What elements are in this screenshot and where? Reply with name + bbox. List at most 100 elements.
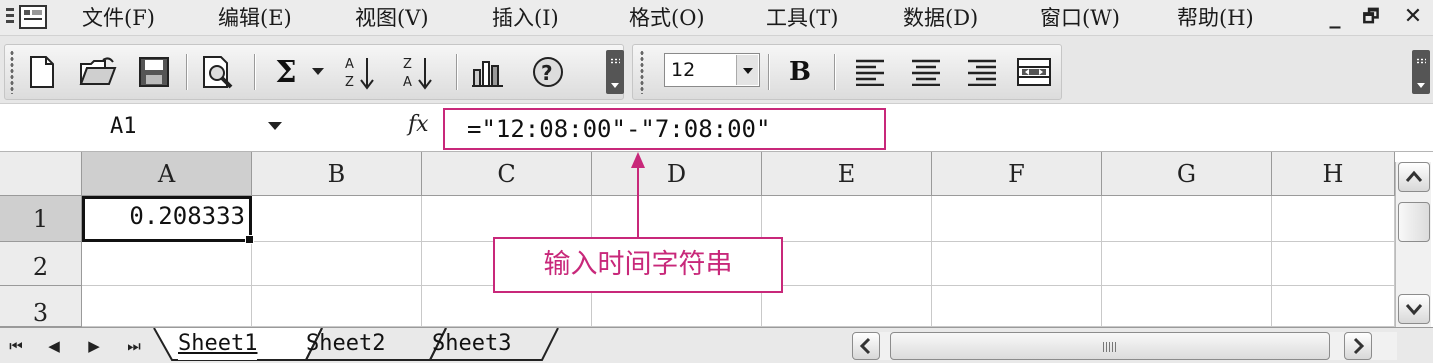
cell-g3[interactable] (1102, 286, 1272, 327)
toolbar-options-icon[interactable] (606, 50, 624, 94)
cell-a1[interactable]: 0.208333 (82, 196, 252, 242)
callout-line (637, 166, 639, 238)
menu-edit[interactable]: 编辑(E) (218, 4, 292, 32)
first-sheet-icon[interactable]: ⏮ (6, 336, 26, 356)
cell-h2[interactable] (1272, 242, 1395, 286)
menu-file[interactable]: 文件(F) (82, 4, 155, 32)
menu-format[interactable]: 格式(O) (629, 4, 705, 32)
cell-g1[interactable] (1102, 196, 1272, 242)
toolbar-grip[interactable] (640, 50, 644, 94)
column-header-f[interactable]: F (932, 152, 1102, 196)
cell-f2[interactable] (932, 242, 1102, 286)
scroll-left-button[interactable] (852, 332, 880, 360)
name-box-value: A1 (110, 114, 137, 139)
chevron-down-icon[interactable] (268, 122, 282, 130)
sheet-tab-2[interactable]: Sheet2 (306, 328, 385, 360)
menu-view[interactable]: 视图(V) (355, 4, 429, 32)
column-header-c[interactable]: C (422, 152, 592, 196)
cell-f1[interactable] (932, 196, 1102, 242)
font-size-select[interactable]: 12 (664, 53, 760, 87)
formula-input[interactable]: ="12:08:00"-"7:08:00" (443, 108, 886, 150)
close-button[interactable]: ✕ (1398, 4, 1428, 30)
vertical-scrollbar[interactable] (1395, 162, 1431, 327)
column-header-b[interactable]: B (252, 152, 422, 196)
column-header-a[interactable]: A (82, 152, 252, 196)
previous-sheet-icon[interactable]: ◀ (44, 336, 64, 356)
cell-h1[interactable] (1272, 196, 1395, 242)
cell-b3[interactable] (252, 286, 422, 327)
row-header-1[interactable]: 1 (0, 196, 82, 242)
column-header-g[interactable]: G (1102, 152, 1272, 196)
scroll-right-button[interactable] (1344, 332, 1372, 360)
cell-g2[interactable] (1102, 242, 1272, 286)
bold-button[interactable]: B (780, 52, 820, 92)
menu-data[interactable]: 数据(D) (903, 4, 978, 32)
autosum-dropdown-icon[interactable] (306, 52, 330, 92)
cell-h3[interactable] (1272, 286, 1395, 327)
insert-function-icon[interactable]: fx (408, 112, 429, 137)
chevron-down-icon[interactable] (736, 55, 758, 85)
cell-e3[interactable] (762, 286, 932, 327)
toolbar-grip[interactable] (10, 50, 14, 94)
help-icon[interactable]: ? (528, 52, 568, 92)
sheet-tab-3[interactable]: Sheet3 (432, 328, 511, 360)
svg-text:?: ? (541, 61, 553, 85)
toolbar-separator (834, 54, 836, 90)
minimize-button[interactable]: _ (1320, 4, 1350, 30)
autosum-icon[interactable]: Σ (266, 52, 306, 92)
menu-help[interactable]: 帮助(H) (1177, 4, 1254, 32)
excel-app-icon[interactable] (4, 4, 60, 32)
cell-b1[interactable] (252, 196, 422, 242)
fill-handle[interactable] (245, 235, 254, 244)
save-icon[interactable] (134, 52, 174, 92)
align-center-icon[interactable] (906, 52, 946, 92)
scroll-up-button[interactable] (1398, 162, 1430, 192)
column-header-h[interactable]: H (1272, 152, 1395, 196)
sheet-tab-bar: ⏮ ◀ ▶ ⏭ Sheet1 Sheet2 Sheet3 (0, 327, 1433, 363)
vertical-scroll-thumb[interactable] (1398, 202, 1430, 242)
cell-d1[interactable] (592, 196, 762, 242)
menu-window[interactable]: 窗口(W) (1040, 4, 1120, 32)
svg-text:Z: Z (345, 75, 354, 90)
select-all-corner[interactable] (0, 152, 82, 196)
toolbar-options-icon[interactable] (1412, 50, 1430, 94)
name-box[interactable]: A1 (2, 110, 252, 146)
cell-f3[interactable] (932, 286, 1102, 327)
column-header-d[interactable]: D (592, 152, 762, 196)
row-header-3[interactable]: 3 (0, 286, 82, 327)
cell-e1[interactable] (762, 196, 932, 242)
callout-text: 输入时间字符串 (543, 249, 733, 280)
horizontal-scroll-thumb[interactable] (890, 332, 1330, 360)
open-folder-icon[interactable] (78, 52, 118, 92)
next-sheet-icon[interactable]: ▶ (84, 336, 104, 356)
cell-b2[interactable] (252, 242, 422, 286)
svg-text:A: A (345, 57, 354, 72)
align-left-icon[interactable] (850, 52, 890, 92)
toolbar-separator (768, 54, 770, 90)
sheet-tab-1[interactable]: Sheet1 (178, 328, 258, 360)
callout-box: 输入时间字符串 (493, 237, 783, 293)
menu-tools[interactable]: 工具(T) (766, 4, 838, 32)
toolbar: Σ AZ ZA ? 12 B (0, 36, 1433, 104)
horizontal-scrollbar[interactable] (852, 332, 1397, 360)
cell-e2[interactable] (762, 242, 932, 286)
restore-button[interactable]: 🗗 (1356, 4, 1386, 30)
sort-descending-icon[interactable]: ZA (398, 52, 438, 92)
scroll-down-button[interactable] (1398, 294, 1430, 324)
cell-a3[interactable] (82, 286, 252, 327)
sort-ascending-icon[interactable]: AZ (340, 52, 380, 92)
new-document-icon[interactable] (22, 52, 62, 92)
last-sheet-icon[interactable]: ⏭ (124, 336, 144, 356)
chart-wizard-icon[interactable] (468, 52, 508, 92)
row-header-2[interactable]: 2 (0, 242, 82, 286)
align-right-icon[interactable] (962, 52, 1002, 92)
cell-c1[interactable] (422, 196, 592, 242)
print-preview-icon[interactable] (198, 52, 238, 92)
formula-text: ="12:08:00"-"7:08:00" (467, 115, 771, 143)
font-size-value: 12 (671, 59, 696, 81)
column-header-e[interactable]: E (762, 152, 932, 196)
merge-center-icon[interactable] (1014, 52, 1054, 92)
menu-insert[interactable]: 插入(I) (492, 4, 559, 32)
toolbar-separator (186, 54, 188, 90)
cell-a2[interactable] (82, 242, 252, 286)
